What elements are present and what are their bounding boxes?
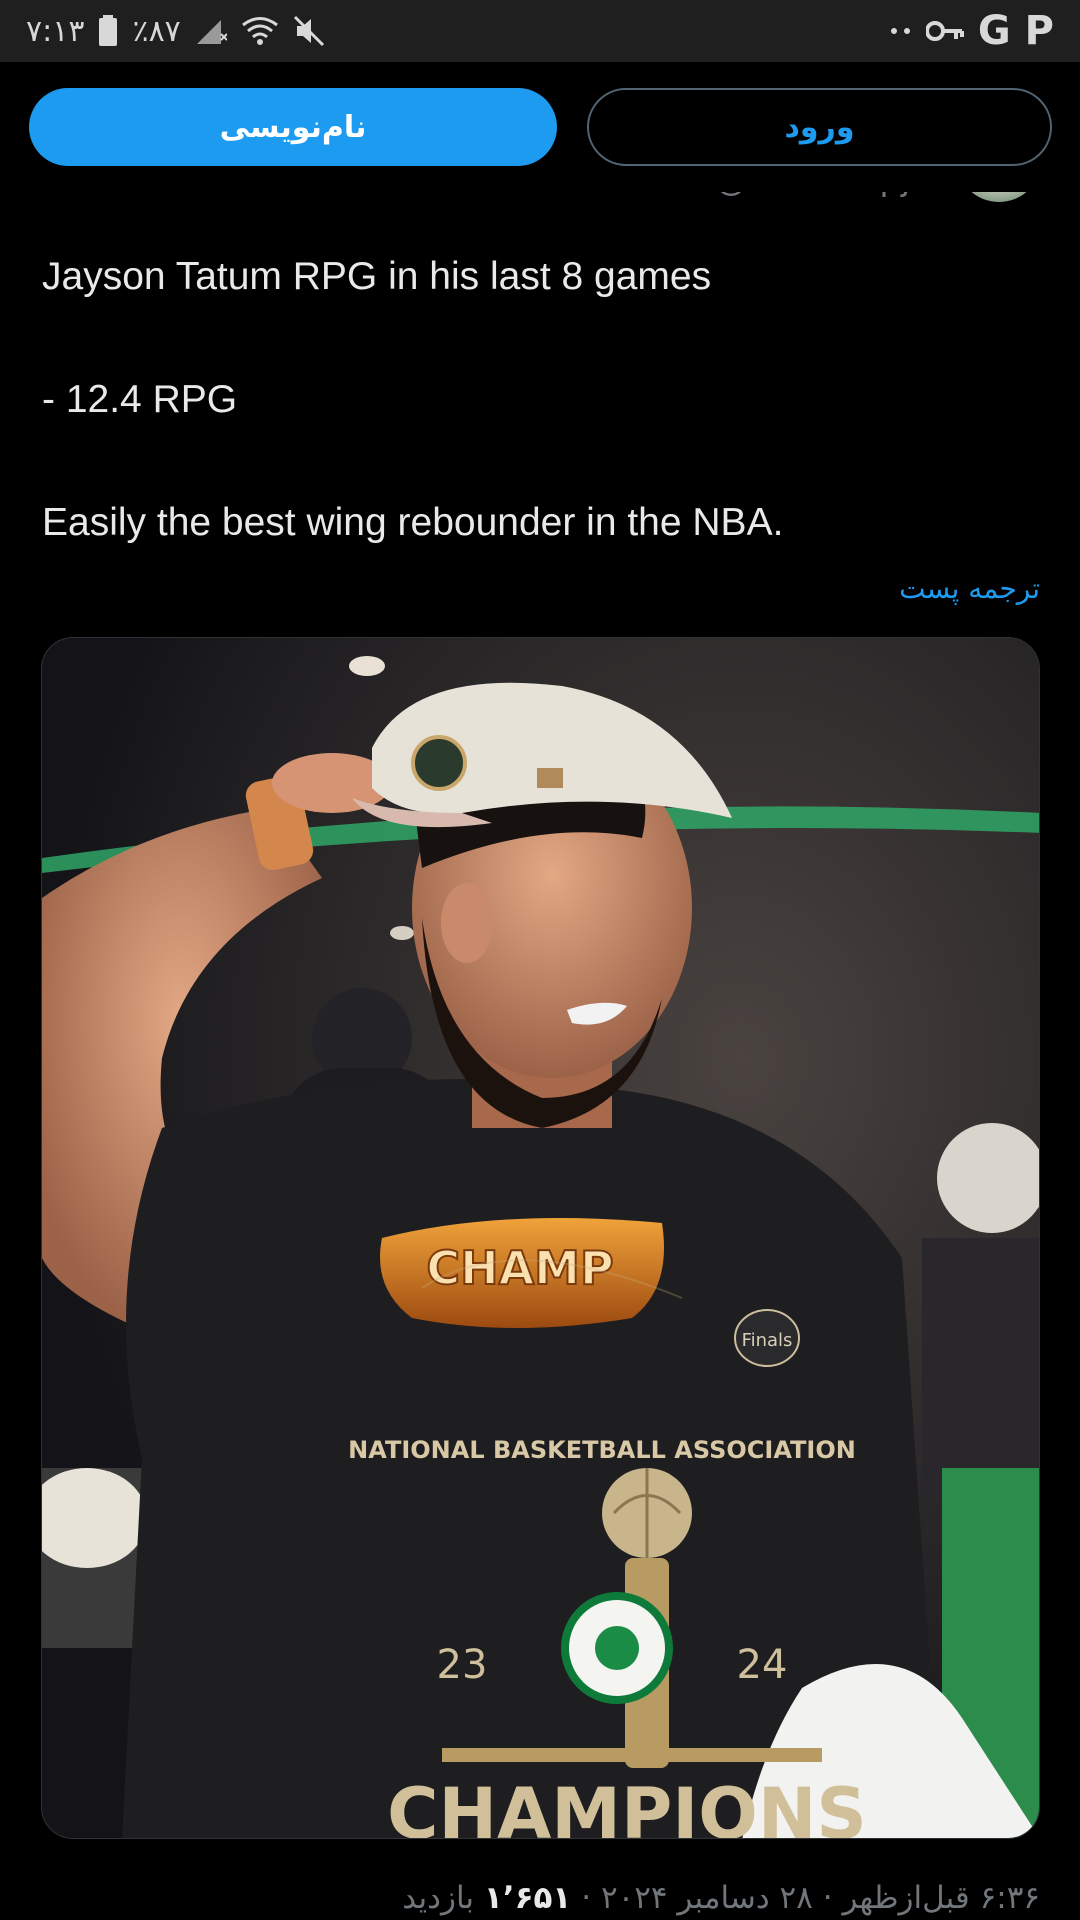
signal-icon: [195, 16, 227, 46]
views-count: ۱٬۶۵۱: [483, 1880, 572, 1916]
translate-post-link[interactable]: ترجمه پست: [899, 572, 1040, 605]
tweet-line: Jayson Tatum RPG in his last 8 games: [42, 255, 712, 298]
meta-separator: ·: [581, 1880, 592, 1916]
login-button[interactable]: ورود: [587, 88, 1052, 166]
year-right: 24: [737, 1642, 788, 1688]
action-bar: نام‌نویسی ورود: [0, 62, 1080, 192]
status-bar: ۷:۱۳ ٪۸۷ G P: [0, 0, 1080, 62]
signup-button[interactable]: نام‌نویسی: [29, 88, 557, 166]
tweet-line: Easily the best wing rebounder in the NB…: [42, 501, 784, 544]
views-label: بازدید: [402, 1880, 475, 1916]
mute-icon: [293, 15, 325, 47]
dots-icon: [890, 26, 912, 36]
tweet-meta: ۶:۳۶ قبل‌ازظهر · ۲۸ دسامبر ۲۰۲۴ · ۱٬۶۵۱ …: [402, 1880, 1040, 1916]
battery-icon: [98, 15, 118, 47]
year-left: 23: [437, 1642, 488, 1688]
tweet-time[interactable]: ۶:۳۶ قبل‌ازظهر: [842, 1880, 1040, 1916]
shirt-text: NATIONAL BASKETBALL ASSOCIATION: [348, 1436, 856, 1464]
finals-badge: Finals: [742, 1330, 793, 1351]
tweet-date[interactable]: ۲۸ دسامبر ۲۰۲۴: [601, 1880, 813, 1916]
champions-text: CHAMPIONS: [387, 1773, 867, 1839]
key-icon: [925, 19, 964, 43]
tweet-photo[interactable]: CHAMP NATIONAL BASKETBALL ASSOCIATION 23…: [41, 637, 1040, 1839]
p-app-icon: P: [1024, 8, 1054, 54]
battery-percent: ٪۸۷: [132, 13, 181, 49]
tweet-line: - 12.4 RPG: [42, 378, 238, 421]
status-left: ۷:۱۳ ٪۸۷: [26, 14, 325, 49]
meta-separator: ·: [822, 1880, 833, 1916]
wifi-icon: [241, 16, 279, 46]
tweet-text: Jayson Tatum RPG in his last 8 games - 1…: [42, 252, 1042, 548]
status-time: ۷:۱۳: [26, 13, 85, 49]
google-icon: G: [977, 8, 1011, 54]
status-right: G P: [890, 8, 1054, 54]
